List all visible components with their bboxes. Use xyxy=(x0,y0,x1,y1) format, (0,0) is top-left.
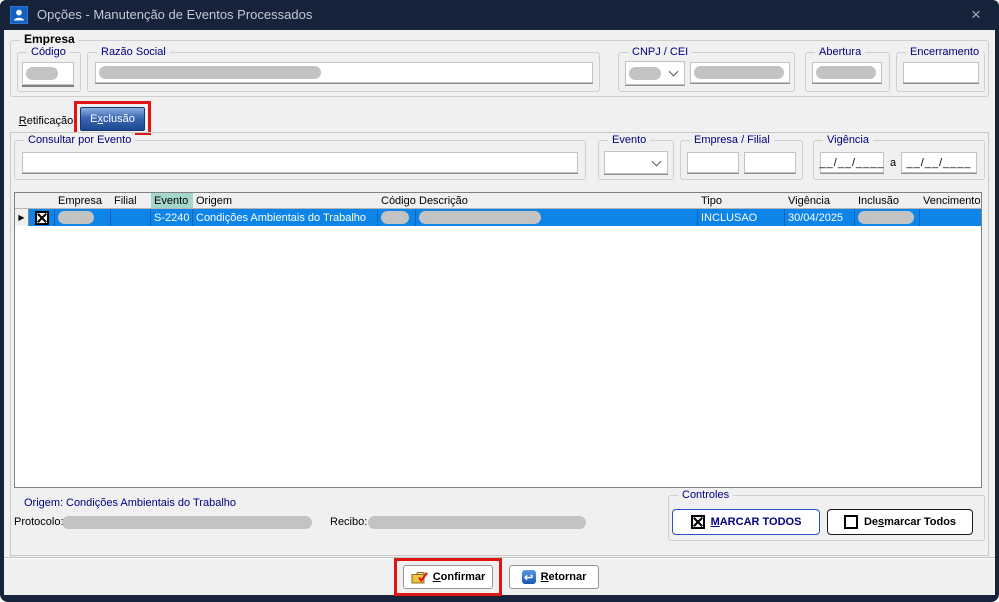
cell-empresa xyxy=(55,209,111,226)
retornar-label: Retornar xyxy=(541,571,587,583)
protocolo-redacted-value xyxy=(62,516,312,529)
evento-filter-label: Evento xyxy=(608,133,650,147)
recibo-label: Recibo: xyxy=(330,516,367,528)
cell-filial xyxy=(111,209,151,226)
evento-combobox[interactable] xyxy=(604,151,668,174)
chevron-down-icon xyxy=(669,67,679,77)
tab-retificacao[interactable]: Retificação xyxy=(14,110,78,132)
abertura-input[interactable] xyxy=(812,62,882,83)
codigo-label: Código xyxy=(27,45,70,59)
descricao-redacted-value xyxy=(419,211,541,224)
col-filial-header[interactable]: Filial xyxy=(111,193,151,208)
row-checkbox-cell[interactable] xyxy=(29,209,55,226)
origem-detail-label: Origem: xyxy=(24,497,63,509)
window-title: Opções - Manutenção de Eventos Processad… xyxy=(37,7,312,22)
col-vencimento-header[interactable]: Vencimento xyxy=(920,193,981,208)
cell-origem: Condições Ambientais do Trabalho xyxy=(193,209,378,226)
consultar-label: Consultar por Evento xyxy=(24,133,135,147)
empresa-filter-input[interactable] xyxy=(687,152,739,173)
desmarcar-todos-label: Desmarcar Todos xyxy=(864,516,956,528)
col-origem-header[interactable]: Origem xyxy=(193,193,378,208)
events-table: Empresa Filial Evento Origem Código Desc… xyxy=(14,192,982,488)
col-tipo-header[interactable]: Tipo xyxy=(698,193,785,208)
recibo-redacted-value xyxy=(368,516,586,529)
col-descricao-header[interactable]: Descrição xyxy=(416,193,698,208)
vigencia-end-input[interactable]: __/__/____ xyxy=(901,152,977,173)
cell-inclusao xyxy=(855,209,920,226)
inclusao-redacted-value xyxy=(858,211,914,224)
encerramento-input[interactable] xyxy=(903,62,979,83)
dialog-window: Opções - Manutenção de Eventos Processad… xyxy=(0,0,999,602)
marcar-todos-button[interactable]: MARCAR TODOS xyxy=(672,509,820,535)
table-header-row: Empresa Filial Evento Origem Código Desc… xyxy=(15,193,981,209)
col-codigo-header[interactable]: Código xyxy=(378,193,416,208)
codigo-redacted-value xyxy=(26,67,58,80)
razao-social-label: Razão Social xyxy=(97,45,170,59)
cell-descricao xyxy=(416,209,698,226)
title-bar: Opções - Manutenção de Eventos Processad… xyxy=(0,0,999,30)
exclusao-annotation-box xyxy=(74,101,151,135)
retornar-button[interactable]: ↩ Retornar xyxy=(509,565,599,589)
vigencia-start-input[interactable]: __/__/____ xyxy=(820,152,884,173)
cell-evento: S-2240 xyxy=(151,209,193,226)
codigo-redacted-cell-value xyxy=(381,211,409,224)
col-empresa-header[interactable]: Empresa xyxy=(55,193,111,208)
cnpj-cei-label: CNPJ / CEI xyxy=(628,45,692,59)
encerramento-label: Encerramento xyxy=(906,45,983,59)
col-checkbox-header xyxy=(29,193,55,208)
empresa-filial-label: Empresa / Filial xyxy=(690,133,774,147)
unchecked-checkbox-icon xyxy=(844,515,858,529)
checked-checkbox-icon[interactable] xyxy=(35,211,49,225)
cell-tipo: INCLUSAO xyxy=(698,209,785,226)
empresa-redacted-value xyxy=(58,211,94,224)
filial-filter-input[interactable] xyxy=(744,152,796,173)
cell-vencimento xyxy=(920,209,981,226)
razao-social-input[interactable] xyxy=(95,62,593,83)
origem-detail-value: Condições Ambientais do Trabalho xyxy=(66,497,236,509)
return-arrow-icon: ↩ xyxy=(522,570,536,584)
controles-label: Controles xyxy=(678,488,733,502)
col-vigencia-header[interactable]: Vigência xyxy=(785,193,855,208)
empresa-group-label: Empresa xyxy=(20,32,79,46)
cnpj-redacted-value xyxy=(694,66,784,79)
protocolo-label: Protocolo: xyxy=(14,516,64,528)
marcar-todos-label: MARCAR TODOS xyxy=(711,516,802,528)
cell-codigo xyxy=(378,209,416,226)
consultar-input[interactable] xyxy=(22,152,578,173)
col-marker-header xyxy=(15,193,29,208)
cnpj-input[interactable] xyxy=(690,62,790,83)
app-person-icon xyxy=(10,6,28,24)
cell-vigencia: 30/04/2025 xyxy=(785,209,855,226)
current-row-marker-icon: ▶ xyxy=(15,209,29,226)
table-row[interactable]: ▶ S-2240 Condições Ambientais do Trabalh… xyxy=(15,209,981,226)
chevron-down-icon xyxy=(652,156,662,166)
codigo-input[interactable] xyxy=(22,62,74,85)
abertura-redacted-value xyxy=(816,66,876,79)
cnpj-type-combobox[interactable] xyxy=(625,61,685,85)
razao-social-redacted-value xyxy=(99,66,321,79)
cnpj-type-redacted-value xyxy=(629,67,661,80)
abertura-label: Abertura xyxy=(815,45,865,59)
col-inclusao-header[interactable]: Inclusão xyxy=(855,193,920,208)
vigencia-label: Vigência xyxy=(823,133,873,147)
checked-checkbox-icon xyxy=(691,515,705,529)
confirmar-annotation-box xyxy=(394,558,502,596)
close-icon[interactable]: × xyxy=(965,4,987,26)
col-evento-header[interactable]: Evento xyxy=(151,193,193,208)
desmarcar-todos-button[interactable]: Desmarcar Todos xyxy=(827,509,973,535)
vigencia-range-separator: a xyxy=(890,157,896,169)
